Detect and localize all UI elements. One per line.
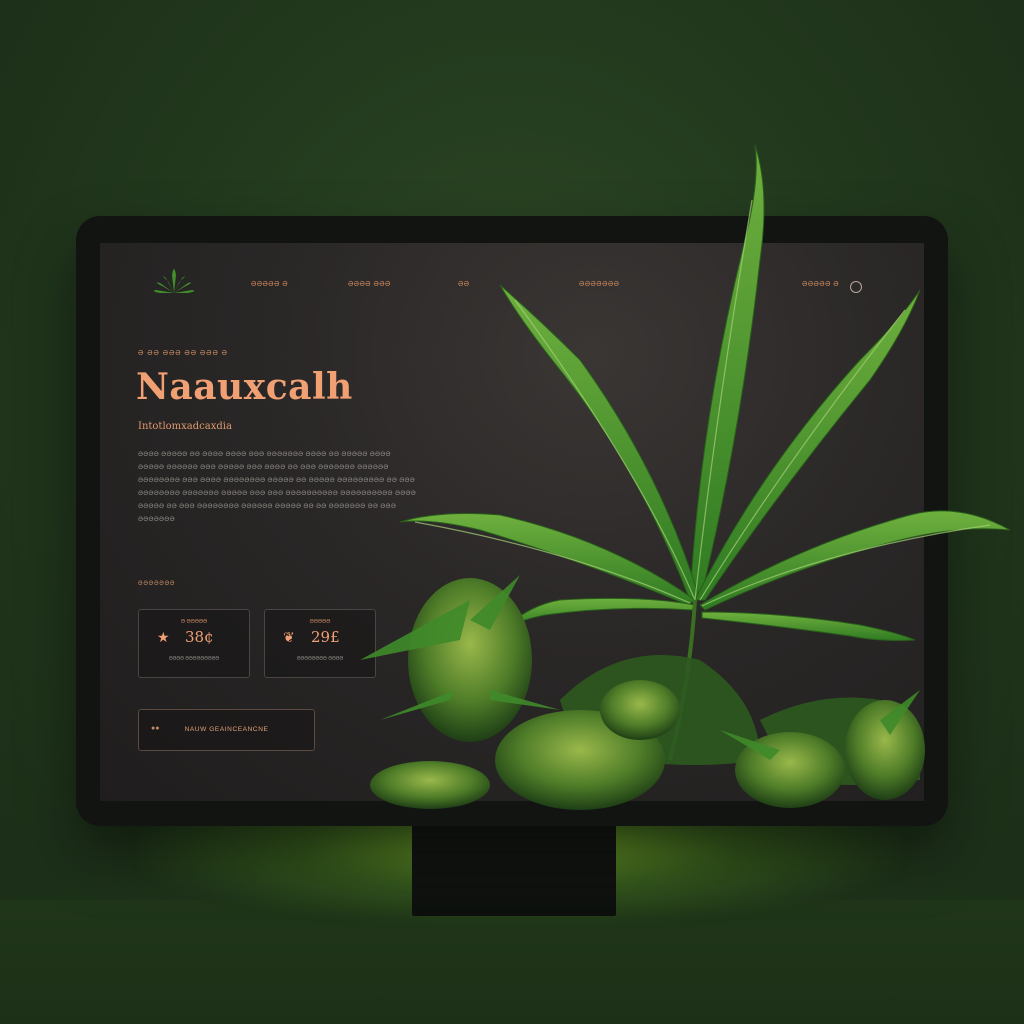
website-screen: ƏƏƏƏƏ Ə ƏƏƏƏ ƏƏƏ ƏƏ ƏƏƏƏƏƏƏ ƏƏƏƏƏ Ə Ə ƏƏ…	[100, 243, 924, 801]
cta-label: NAUW GEAINCEANCNE	[184, 726, 269, 733]
stat-card-caption: ƏƏƏƏƏƏƏƏ ƏƏƏƏ	[296, 656, 344, 662]
nav-item-5[interactable]: ƏƏƏƏƏ Ə	[802, 281, 839, 288]
cta-button[interactable]: ●● NAUW GEAINCEANCNE	[138, 709, 315, 751]
nav-item-2[interactable]: ƏƏƏƏ ƏƏƏ	[348, 281, 391, 288]
stat-card-value: 29£	[311, 628, 340, 646]
hero-title: Naauxcalh	[136, 366, 353, 408]
hero-subtitle: Intotlomxadcaxdia	[138, 421, 232, 432]
stats-section-label: ƏƏƏƏƏƏƏ	[138, 581, 176, 587]
scene: ƏƏƏƏƏ Ə ƏƏƏƏ ƏƏƏ ƏƏ ƏƏƏƏƏƏƏ ƏƏƏƏƏ Ə Ə ƏƏ…	[0, 0, 1024, 1024]
star-icon: ★	[157, 629, 170, 645]
stat-card-label: Ə ƏƏƏƏƏ	[180, 619, 208, 625]
leaf-icon: ❦	[283, 629, 295, 645]
stat-card-2[interactable]: ƏƏƏƏƏ ❦ 29£ ƏƏƏƏƏƏƏƏ ƏƏƏƏ	[264, 609, 376, 678]
stat-card-1[interactable]: Ə ƏƏƏƏƏ ★ 38¢ ƏƏƏƏ ƏƏƏƏƏƏƏƏƏ	[138, 609, 250, 678]
stat-card-label: ƏƏƏƏƏ	[309, 619, 331, 625]
nav-item-3[interactable]: ƏƏ	[458, 281, 470, 288]
nav-item-1[interactable]: ƏƏƏƏƏ Ə	[251, 281, 288, 288]
cannabis-leaf-icon[interactable]	[150, 257, 198, 297]
hero-eyebrow: Ə ƏƏ ƏƏƏ ƏƏ ƏƏƏ Ə	[138, 350, 228, 357]
monitor-stand	[412, 820, 616, 916]
stat-card-value: 38¢	[185, 628, 214, 646]
stat-card-caption: ƏƏƏƏ ƏƏƏƏƏƏƏƏƏ	[168, 656, 220, 662]
hero-body-text: ƏƏƏƏ ƏƏƏƏƏ ƏƏ ƏƏƏƏ ƏƏƏƏ ƏƏƏ ƏƏƏƏƏƏƏ ƏƏƏƏ…	[138, 451, 416, 523]
search-icon[interactable]	[850, 281, 862, 293]
nav-item-4[interactable]: ƏƏƏƏƏƏƏ	[579, 281, 619, 288]
